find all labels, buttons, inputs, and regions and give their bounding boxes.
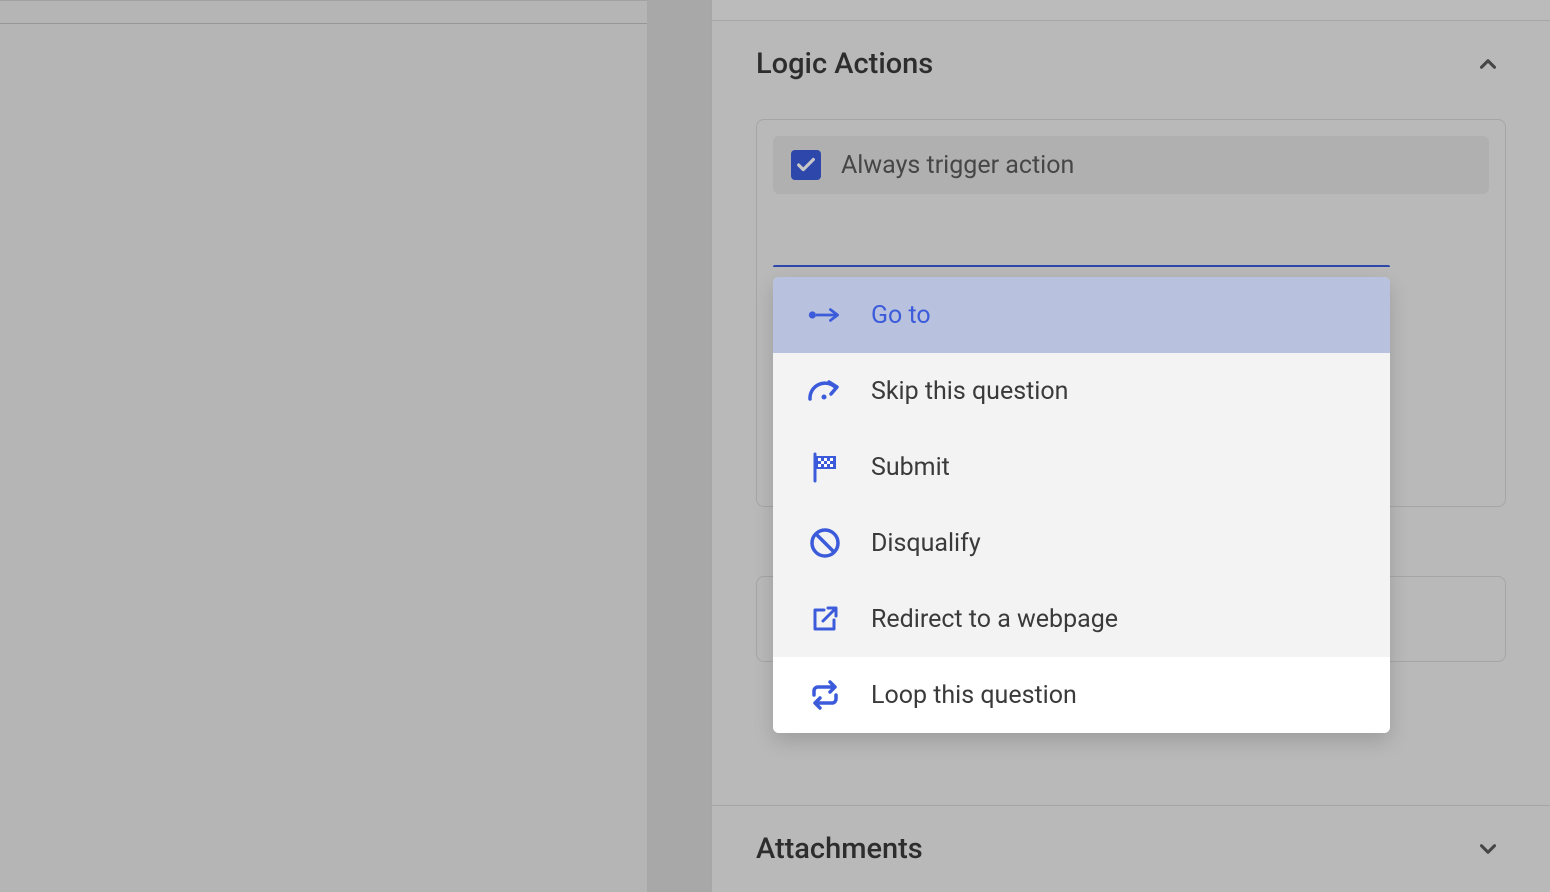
dropdown-item-label: Redirect to a webpage xyxy=(871,605,1118,634)
dropdown-item-label: Go to xyxy=(871,301,931,330)
dropdown-item-loop[interactable]: Loop this question xyxy=(773,657,1390,733)
logic-actions-header[interactable]: Logic Actions xyxy=(712,21,1550,107)
flag-icon xyxy=(807,449,843,485)
divider xyxy=(0,23,647,24)
left-panel xyxy=(0,0,647,892)
always-trigger-label: Always trigger action xyxy=(841,151,1074,180)
dropdown-item-disqualify[interactable]: Disqualify xyxy=(773,505,1390,581)
dropdown-item-skip[interactable]: Skip this question xyxy=(773,353,1390,429)
dropdown-item-redirect[interactable]: Redirect to a webpage xyxy=(773,581,1390,657)
attachments-section: Attachments xyxy=(712,805,1550,892)
dropdown-item-goto[interactable]: Go to xyxy=(773,277,1390,353)
always-trigger-row[interactable]: Always trigger action xyxy=(773,136,1489,194)
dropdown-item-submit[interactable]: Submit xyxy=(773,429,1390,505)
logic-actions-title: Logic Actions xyxy=(756,47,933,81)
panel-top-edge xyxy=(712,0,1550,21)
goto-icon xyxy=(807,297,843,333)
ban-icon xyxy=(807,525,843,561)
always-trigger-checkbox[interactable] xyxy=(791,150,821,180)
dropdown-item-label: Loop this question xyxy=(871,681,1077,710)
chevron-up-icon xyxy=(1474,50,1502,78)
dropdown-top-border xyxy=(773,265,1390,267)
chevron-down-icon xyxy=(1474,835,1502,863)
dropdown-item-label: Skip this question xyxy=(871,377,1068,406)
loop-icon xyxy=(807,677,843,713)
external-link-icon xyxy=(807,601,843,637)
dropdown-item-label: Submit xyxy=(871,453,950,482)
attachments-title: Attachments xyxy=(756,832,923,866)
panel-gap xyxy=(647,0,711,892)
attachments-header[interactable]: Attachments xyxy=(712,806,1550,892)
skip-icon xyxy=(807,373,843,409)
action-dropdown-menu: Go to Skip this question xyxy=(773,277,1390,733)
dropdown-item-label: Disqualify xyxy=(871,529,981,558)
